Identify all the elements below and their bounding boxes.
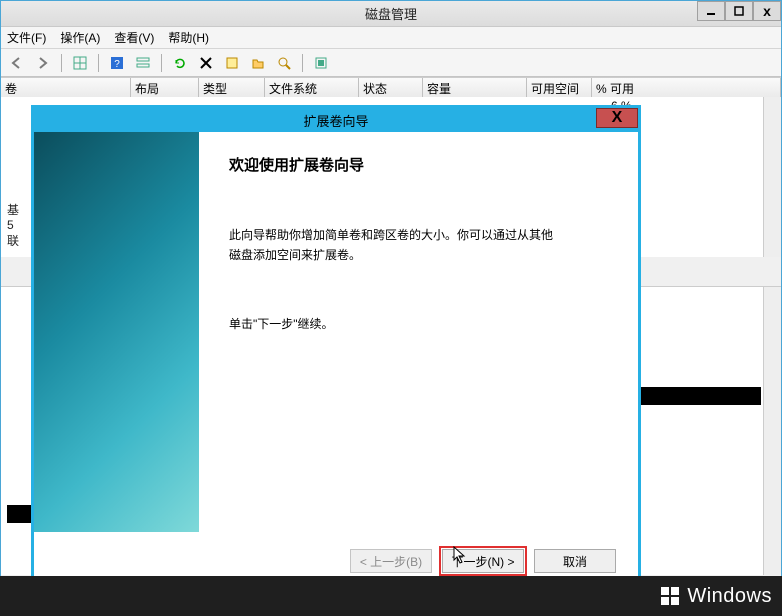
volume-table-header: 卷 布局 类型 文件系统 状态 容量 可用空间 % 可用 <box>1 77 781 97</box>
window-title: 磁盘管理 <box>1 4 781 23</box>
back-button: < 上一步(B) <box>350 549 432 573</box>
extend-volume-wizard: 扩展卷向导 X 欢迎使用扩展卷向导 此向导帮助你增加简单卷和跨区卷的大小。你可以… <box>31 105 641 595</box>
cancel-button[interactable]: 取消 <box>534 549 616 573</box>
grid-icon[interactable] <box>70 53 90 73</box>
menu-help[interactable]: 帮助(H) <box>168 29 209 46</box>
wizard-title-text: 扩展卷向导 <box>303 111 368 130</box>
svg-text:?: ? <box>114 59 120 70</box>
scrollbar-upper[interactable] <box>763 97 781 257</box>
menubar: 文件(F) 操作(A) 查看(V) 帮助(H) <box>1 27 781 49</box>
help-icon[interactable]: ? <box>107 53 127 73</box>
settings-icon[interactable] <box>311 53 331 73</box>
unallocated-legend <box>7 505 33 523</box>
menu-view[interactable]: 查看(V) <box>114 29 154 46</box>
titlebar: 磁盘管理 x <box>1 1 781 27</box>
delete-icon[interactable] <box>196 53 216 73</box>
minimize-button[interactable] <box>697 1 725 21</box>
wizard-instruction: 单击"下一步"继续。 <box>229 314 618 334</box>
list-icon[interactable] <box>133 53 153 73</box>
next-button[interactable]: 下一步(N) > <box>442 549 524 573</box>
windows-logo-icon <box>661 587 679 605</box>
close-button[interactable]: x <box>753 1 781 21</box>
wizard-close-button[interactable]: X <box>596 108 638 128</box>
menu-file[interactable]: 文件(F) <box>7 29 46 46</box>
search-icon[interactable] <box>274 53 294 73</box>
menu-action[interactable]: 操作(A) <box>60 29 100 46</box>
refresh-icon[interactable] <box>170 53 190 73</box>
scrollbar-lower[interactable] <box>763 287 781 575</box>
disk-label-1: 基 5 联 <box>7 201 19 249</box>
wizard-content: 欢迎使用扩展卷向导 此向导帮助你增加简单卷和跨区卷的大小。你可以通过从其他 磁盘… <box>199 132 638 532</box>
toolbar: ? <box>1 49 781 77</box>
unallocated-strip-1 <box>641 387 761 405</box>
back-icon[interactable] <box>7 53 27 73</box>
properties-icon[interactable] <box>222 53 242 73</box>
maximize-button[interactable] <box>725 1 753 21</box>
folder-icon[interactable] <box>248 53 268 73</box>
wizard-heading: 欢迎使用扩展卷向导 <box>229 154 618 175</box>
wizard-description: 此向导帮助你增加简单卷和跨区卷的大小。你可以通过从其他 磁盘添加空间来扩展卷。 <box>229 225 618 266</box>
wizard-sidebar-art <box>34 132 199 532</box>
forward-icon[interactable] <box>33 53 53 73</box>
taskbar: Windows <box>0 576 782 616</box>
wizard-titlebar: 扩展卷向导 X <box>34 108 638 132</box>
taskbar-os-text: Windows <box>687 585 772 608</box>
